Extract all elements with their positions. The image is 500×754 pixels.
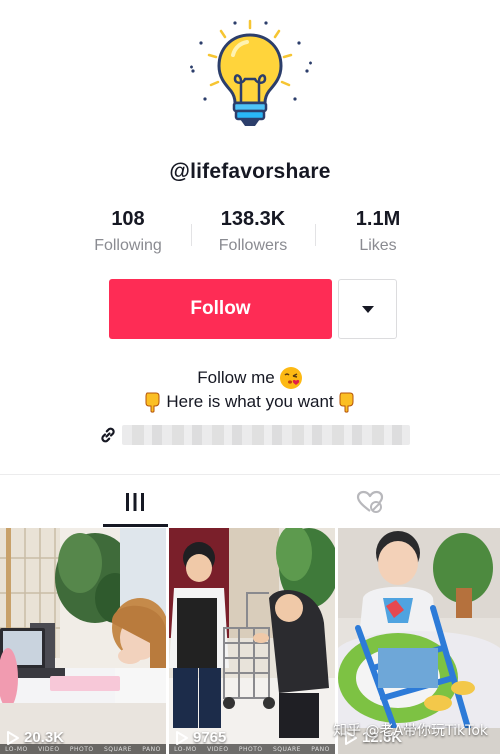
camera-mode: LO-MO (174, 745, 197, 753)
play-icon (176, 730, 188, 745)
play-icon (7, 730, 19, 745)
tab-videos[interactable] (50, 475, 220, 528)
username: @lifefavorshare (169, 160, 331, 183)
camera-mode: SQUARE (103, 745, 132, 753)
grid-icon (126, 492, 144, 511)
likes-count: 1.1M (355, 208, 401, 230)
following-count: 108 (111, 208, 145, 230)
watermark-text: 知乎 @老A带你玩TikTok (333, 723, 488, 739)
tab-liked[interactable] (285, 475, 455, 528)
camera-mode: PANO (311, 745, 330, 753)
likes-label: Likes (359, 237, 397, 254)
video-thumbnail[interactable]: LO-MO VIDEO PHOTO SQUARE PANO 20.3K (0, 528, 166, 754)
camera-mode: PANO (142, 745, 161, 753)
view-count-text: 20.3K (24, 729, 65, 746)
avatar[interactable] (183, 15, 317, 133)
bio-link[interactable] (98, 424, 410, 446)
kissing-face-icon (279, 367, 302, 389)
following-label: Following (94, 237, 162, 254)
camera-mode: SQUARE (272, 745, 301, 753)
camera-mode: VIDEO (207, 745, 229, 753)
camera-mode: PHOTO (69, 745, 94, 753)
view-count: 20.3K (6, 729, 64, 746)
stat-likes[interactable]: 1.1M Likes (316, 208, 440, 255)
view-count-text: 9765 (193, 729, 227, 746)
bio-line-2: Here is what you want (0, 390, 500, 414)
suggested-accounts-button[interactable] (338, 279, 397, 339)
blurred-link-url (122, 425, 410, 445)
follow-button[interactable]: Follow (109, 279, 332, 339)
view-count: 9765 (175, 729, 226, 746)
active-tab-indicator (103, 524, 168, 527)
camera-mode: LO-MO (5, 745, 28, 753)
bio-line-1: Follow me (0, 366, 500, 390)
stat-followers[interactable]: 138.3K Followers (191, 208, 315, 255)
video-grid: LO-MO VIDEO PHOTO SQUARE PANO 20.3K LO-M… (0, 528, 500, 754)
pointing-down-icon (145, 392, 160, 413)
followers-label: Followers (218, 237, 288, 254)
camera-mode: PHOTO (238, 745, 263, 753)
liked-hidden-icon (356, 490, 384, 513)
video-thumbnail-image (169, 528, 335, 754)
camera-mode: VIDEO (38, 745, 60, 753)
video-thumbnail-image (0, 528, 166, 754)
stat-following[interactable]: 108 Following (66, 208, 190, 255)
bio-text-2: Here is what you want (166, 392, 334, 411)
bio: Follow me Here is what you want (0, 366, 500, 414)
bio-text-1: Follow me (197, 368, 275, 387)
pointing-down-icon (339, 392, 354, 413)
profile-stats: 108 Following 138.3K Followers 1.1M Like… (0, 208, 500, 264)
followers-count: 138.3K (220, 208, 286, 230)
lightbulb-icon (190, 19, 312, 126)
link-icon (101, 427, 115, 443)
video-thumbnail[interactable]: LO-MO VIDEO PHOTO SQUARE PANO 9765 (169, 528, 335, 754)
caret-down-icon (361, 305, 374, 313)
